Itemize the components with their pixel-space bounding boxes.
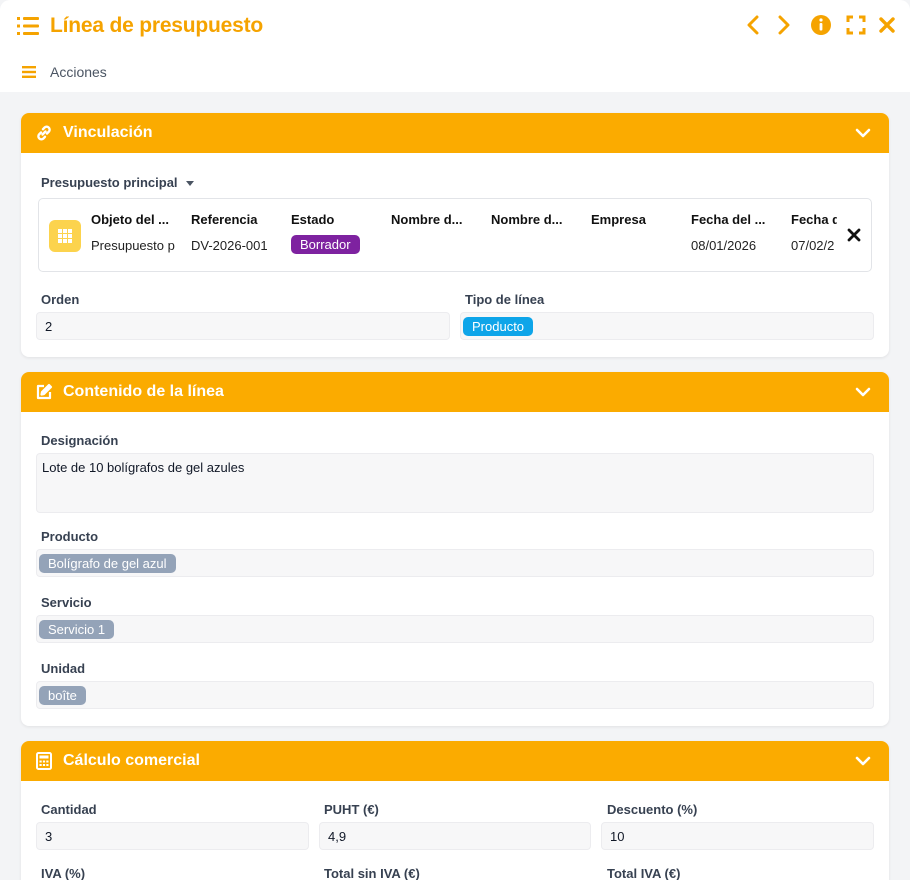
cell-estado: Borrador [291, 235, 377, 254]
title-row: Línea de presupuesto [16, 12, 263, 40]
col-objeto: Objeto del ... Presupuesto p [91, 212, 177, 253]
designacion-text: Lote de 10 bolígrafos de gel azules [42, 460, 245, 475]
servicio-label: Servicio [41, 595, 92, 610]
contenido-section: Contenido de la línea Designación Lote d… [21, 372, 889, 726]
fullscreen-icon[interactable] [845, 14, 867, 36]
unidad-field[interactable]: boîte [36, 681, 874, 709]
col-header: Nombre d... [491, 212, 563, 227]
unidad-chip: boîte [39, 685, 86, 705]
contenido-title: Contenido de la línea [63, 383, 224, 400]
vinculacion-title: Vinculación [63, 124, 153, 141]
vinculacion-section: Vinculación Presupuesto principal Objeto… [21, 113, 889, 357]
chevron-down-icon[interactable] [855, 753, 871, 769]
tipo-linea-chip: Producto [463, 316, 534, 336]
chevron-left-icon[interactable] [742, 14, 764, 36]
orden-field[interactable]: 2 [36, 312, 450, 340]
col-estado: Estado Borrador [291, 212, 377, 254]
designacion-textarea[interactable]: Lote de 10 bolígrafos de gel azules [36, 453, 874, 513]
col-header: Empresa [591, 212, 646, 227]
window-header: Línea de presupuesto Acciones [0, 0, 910, 92]
window-actions [742, 14, 898, 36]
total-iva-label: Total IVA (€) [607, 866, 681, 880]
unidad-label: Unidad [41, 661, 86, 676]
chevron-down-icon[interactable] [855, 125, 871, 141]
info-icon[interactable] [810, 14, 832, 36]
link-icon [35, 124, 53, 142]
total-sin-iva-label: Total sin IVA (€) [324, 866, 420, 880]
close-icon[interactable] [876, 14, 898, 36]
col-fecha-1: Fecha del ... 08/01/2026 [691, 212, 777, 253]
page-title: Línea de presupuesto [50, 14, 264, 37]
col-referencia: Referencia DV-2026-001 [191, 212, 277, 253]
chevron-right-icon[interactable] [773, 14, 795, 36]
col-fecha-2: Fecha d 07/02/2 [791, 212, 837, 253]
calculator-icon [35, 752, 53, 770]
vinculacion-header[interactable]: Vinculación [21, 113, 889, 153]
col-header: Objeto del ... [91, 212, 170, 227]
contenido-header[interactable]: Contenido de la línea [21, 372, 889, 412]
edit-icon [35, 383, 53, 401]
descuento-label: Descuento (%) [607, 802, 698, 817]
col-header: Fecha del ... [691, 212, 766, 227]
col-header: Nombre d... [391, 212, 463, 227]
cell-objeto: Presupuesto p [91, 238, 175, 253]
actions-menu-button[interactable]: Acciones [22, 64, 107, 80]
cell-fecha-1: 08/01/2026 [691, 238, 757, 253]
col-nombre-2: Nombre d... [491, 212, 577, 227]
calculo-header[interactable]: Cálculo comercial [21, 741, 889, 781]
hamburger-icon [22, 66, 36, 78]
tipo-linea-field[interactable]: Producto [460, 312, 874, 340]
puht-label: PUHT (€) [324, 802, 379, 817]
chevron-down-icon[interactable] [855, 384, 871, 400]
producto-label: Producto [41, 529, 99, 544]
cell-referencia: DV-2026-001 [191, 238, 268, 253]
parent-budget-label[interactable]: Presupuesto principal [41, 175, 195, 190]
col-empresa: Empresa [591, 212, 677, 227]
orden-label: Orden [41, 292, 80, 307]
calculo-title: Cálculo comercial [63, 752, 200, 769]
tipo-linea-label: Tipo de línea [465, 292, 545, 307]
producto-chip: Bolígrafo de gel azul [39, 553, 176, 573]
cantidad-field[interactable]: 3 [36, 822, 309, 850]
status-badge: Borrador [291, 235, 360, 254]
grid-icon [58, 229, 72, 243]
col-header: Referencia [191, 212, 258, 227]
designacion-label: Designación [41, 433, 119, 448]
cell-fecha-2: 07/02/2 [791, 238, 835, 253]
descuento-field[interactable]: 10 [601, 822, 874, 850]
list-menu-icon[interactable] [16, 14, 40, 38]
puht-field[interactable]: 4,9 [319, 822, 591, 850]
col-nombre-1: Nombre d... [391, 212, 477, 227]
producto-field[interactable]: Bolígrafo de gel azul [36, 549, 874, 577]
cantidad-label: Cantidad [41, 802, 97, 817]
iva-label: IVA (%) [41, 866, 86, 880]
servicio-chip: Servicio 1 [39, 619, 115, 639]
col-header: Fecha d [791, 212, 837, 227]
record-thumbnail [49, 220, 81, 252]
actions-label: Acciones [50, 64, 107, 80]
parent-budget-record[interactable]: Objeto del ... Presupuesto p Referencia … [38, 198, 872, 272]
remove-link-icon[interactable] [847, 228, 861, 242]
caret-down-icon [185, 180, 194, 186]
col-header: Estado [291, 212, 335, 227]
parent-budget-label-text: Presupuesto principal [41, 175, 178, 190]
servicio-field[interactable]: Servicio 1 [36, 615, 874, 643]
calculo-section: Cálculo comercial Cantidad 3 PUHT (€) 4,… [21, 741, 889, 880]
